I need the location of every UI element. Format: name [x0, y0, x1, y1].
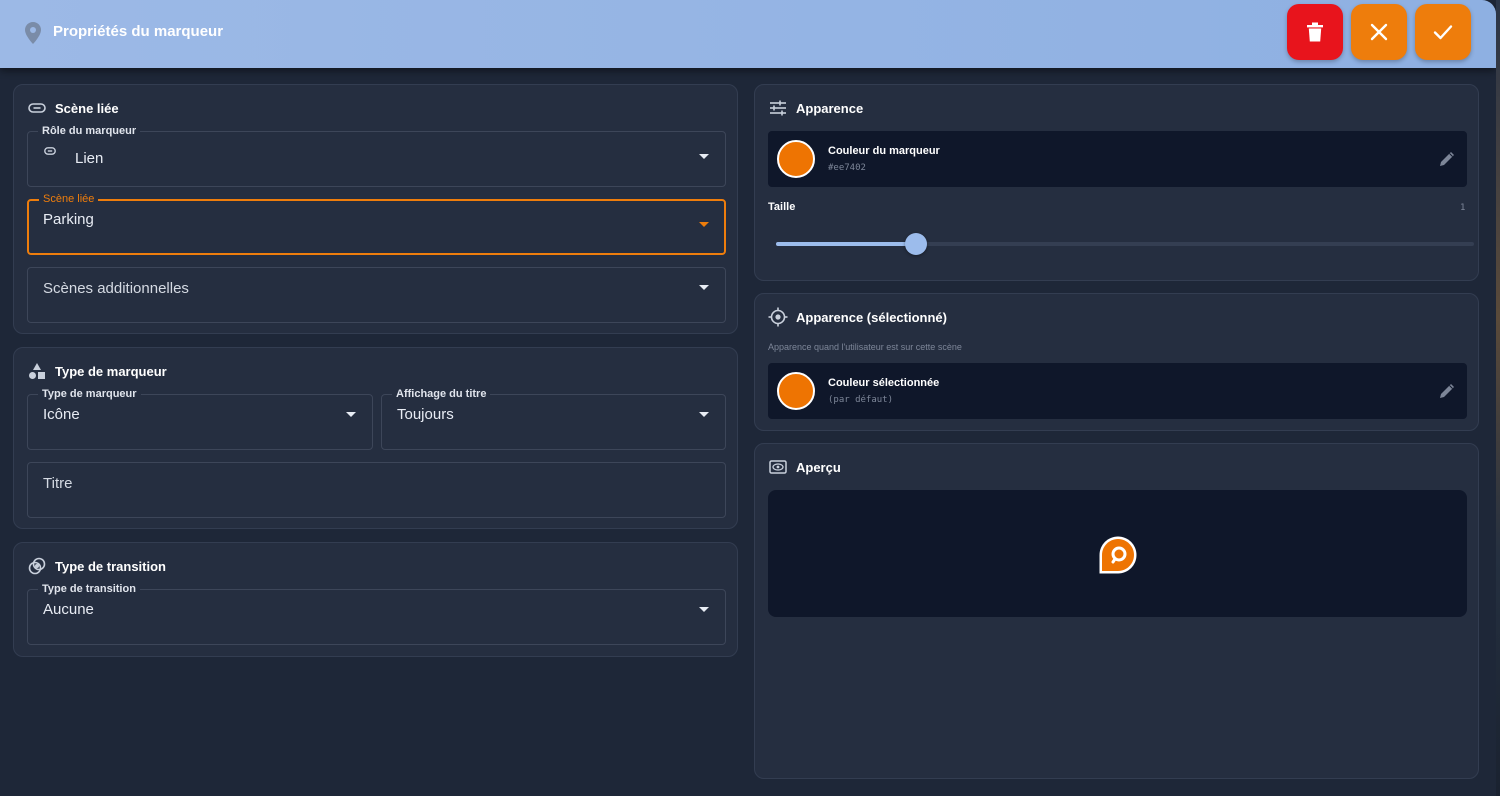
transition-card: Type de transition Type de transition Au… [13, 542, 738, 657]
marker-color-name: Couleur du marqueur [828, 145, 940, 157]
marker-preview-area [768, 490, 1467, 617]
chevron-down-icon [699, 154, 709, 159]
title-display-value: Toujours [397, 406, 454, 423]
size-value: 1 [1460, 203, 1466, 213]
selected-color-name: Couleur sélectionnée [828, 377, 940, 389]
target-icon [768, 307, 788, 327]
preview-card: Aperçu [754, 443, 1479, 779]
marker-type-title: Type de marqueur [27, 361, 167, 381]
marker-color-row[interactable]: Couleur du marqueur #ee7402 [768, 131, 1467, 187]
linked-scene-title: Scène liée [27, 98, 119, 118]
shapes-icon [27, 361, 47, 381]
size-label: Taille [768, 201, 796, 213]
transition-type-select[interactable]: Type de transition Aucune [27, 582, 726, 645]
chevron-down-icon [699, 222, 709, 227]
title-placeholder: Titre [43, 475, 73, 492]
chevron-down-icon [346, 412, 356, 417]
linked-scene-card: Scène liée Rôle du marqueur Lien Scène l… [13, 84, 738, 334]
pencil-icon[interactable] [1437, 149, 1457, 169]
close-icon [1370, 23, 1388, 41]
transition-title: Type de transition [27, 556, 166, 576]
marker-type-value: Icône [43, 406, 80, 423]
transition-type-value: Aucune [43, 601, 94, 618]
marker-role-value: Lien [75, 150, 104, 167]
pencil-icon[interactable] [1437, 381, 1457, 401]
selected-appearance-card: Apparence (sélectionné) Apparence quand … [754, 293, 1479, 431]
dialog-header: Propriétés du marqueur [0, 0, 1496, 68]
linked-scene-select[interactable]: Scène liée Parking [27, 192, 726, 255]
window-edge [1496, 0, 1500, 796]
marker-type-card: Type de marqueur Type de marqueur Icône … [13, 347, 738, 529]
cancel-button[interactable] [1351, 4, 1407, 60]
selected-color-value: (par défaut) [828, 395, 894, 405]
size-slider-thumb[interactable] [904, 233, 927, 255]
selected-color-swatch [777, 372, 815, 410]
preview-title: Aperçu [768, 457, 841, 477]
title-input[interactable]: Titre [27, 462, 726, 518]
trash-icon [1307, 22, 1323, 42]
link-icon [44, 147, 56, 155]
link-icon [27, 98, 47, 118]
marker-color-hex: #ee7402 [828, 163, 866, 173]
linked-scene-value: Parking [43, 211, 94, 228]
delete-button[interactable] [1287, 4, 1343, 60]
confirm-button[interactable] [1415, 4, 1471, 60]
marker-role-select[interactable]: Rôle du marqueur Lien [27, 124, 726, 187]
additional-scenes-select[interactable]: Scènes additionnelles [27, 267, 726, 323]
sliders-icon [768, 98, 788, 118]
marker-color-swatch [777, 140, 815, 178]
size-slider-fill [776, 242, 916, 246]
map-pin-icon [25, 22, 41, 44]
appearance-card: Apparence Couleur du marqueur #ee7402 Ta… [754, 84, 1479, 281]
dialog-title: Propriétés du marqueur [53, 23, 224, 40]
eye-icon [768, 457, 788, 477]
transition-icon [27, 556, 47, 576]
selected-appearance-description: Apparence quand l'utilisateur est sur ce… [768, 342, 962, 352]
additional-scenes-placeholder: Scènes additionnelles [43, 280, 189, 297]
check-icon [1433, 25, 1453, 40]
chevron-down-icon [699, 607, 709, 612]
selected-appearance-title: Apparence (sélectionné) [768, 307, 947, 327]
title-display-select[interactable]: Affichage du titre Toujours [381, 387, 726, 450]
appearance-title: Apparence [768, 98, 863, 118]
chevron-down-icon [699, 285, 709, 290]
selected-color-row[interactable]: Couleur sélectionnée (par défaut) [768, 363, 1467, 419]
marker-properties-dialog: Propriétés du marqueur Scène liée Rôle d… [0, 0, 1496, 796]
marker-type-select[interactable]: Type de marqueur Icône [27, 387, 373, 450]
chevron-down-icon [699, 412, 709, 417]
marker-icon[interactable] [1098, 535, 1138, 575]
